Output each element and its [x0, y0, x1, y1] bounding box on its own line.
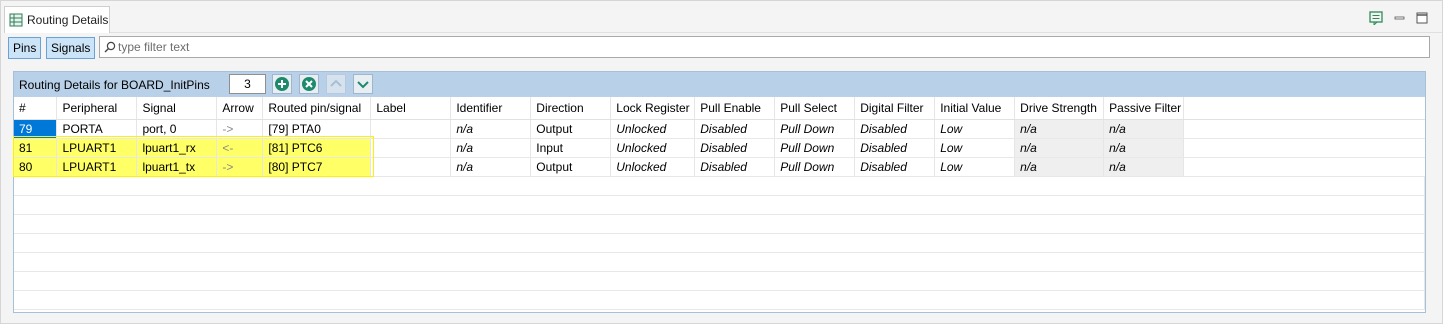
tab-title: Routing Details [27, 13, 109, 27]
move-up-icon[interactable] [326, 74, 346, 94]
cell-initial-value[interactable]: Low [934, 119, 1016, 139]
maximize-icon[interactable] [1415, 11, 1429, 25]
column-header[interactable]: Digital Filter [854, 97, 936, 120]
cell-identifier[interactable]: n/a [450, 157, 532, 177]
cell-peripheral[interactable]: LPUART1 [56, 157, 138, 177]
cell-initial-value[interactable]: Low [934, 157, 1016, 177]
cell-label[interactable] [370, 119, 452, 139]
column-header[interactable]: Direction [530, 97, 612, 120]
minimize-icon[interactable] [1393, 11, 1407, 25]
table-row[interactable]: 80 LPUART1 lpuart1_tx -> [80] PTC7 n/a O… [14, 157, 1425, 177]
cell-passive-filter: n/a [1103, 157, 1185, 177]
filter-field[interactable] [99, 36, 1430, 58]
cell-arrow[interactable]: -> [216, 157, 264, 177]
column-header[interactable]: Signal [136, 97, 218, 120]
column-header[interactable]: # [14, 97, 58, 120]
move-down-icon[interactable] [353, 74, 373, 94]
column-header[interactable]: Pull Enable [694, 97, 776, 120]
column-header[interactable]: Passive Filter [1103, 97, 1185, 120]
cell-number[interactable]: 80 [14, 157, 58, 177]
cell-number[interactable]: 79 [14, 119, 58, 139]
column-header[interactable]: Label [370, 97, 452, 120]
empty-row [14, 195, 1425, 215]
filter-input[interactable] [118, 37, 1418, 57]
table-row[interactable]: 79 PORTA port, 0 -> [79] PTA0 n/a Output… [14, 119, 1425, 139]
cell-signal[interactable]: lpuart1_tx [136, 157, 218, 177]
empty-row [14, 214, 1425, 234]
cell-identifier[interactable]: n/a [450, 138, 532, 158]
row-count-field[interactable]: 3 [229, 74, 266, 94]
column-header[interactable]: Lock Register [610, 97, 696, 120]
column-header[interactable]: Identifier [450, 97, 532, 120]
routing-table: # Peripheral Signal Arrow Routed pin/sig… [14, 97, 1425, 310]
view-menu-icon[interactable] [1369, 11, 1383, 25]
empty-row [14, 176, 1425, 196]
cell-pull-select[interactable]: Pull Down [774, 157, 856, 177]
cell-drive-strength: n/a [1014, 138, 1105, 158]
cell-pull-select[interactable]: Pull Down [774, 138, 856, 158]
cell-passive-filter: n/a [1103, 119, 1185, 139]
cell-drive-strength: n/a [1014, 157, 1105, 177]
cell-peripheral[interactable]: PORTA [56, 119, 138, 139]
panel-header: Routing Details for BOARD_InitPins 3 [14, 72, 1425, 97]
empty-row [14, 252, 1425, 272]
cell-pull-enable[interactable]: Disabled [694, 138, 776, 158]
cell-digital-filter[interactable]: Disabled [854, 157, 936, 177]
cell-routed-pin[interactable]: [81] PTC6 [262, 138, 372, 158]
cell-label[interactable] [370, 138, 452, 158]
cell-lock-register[interactable]: Unlocked [610, 138, 696, 158]
column-header[interactable]: Routed pin/signal [262, 97, 372, 120]
view-titlebar: Routing Details [1, 1, 1442, 33]
pins-toggle-button[interactable]: Pins [8, 37, 42, 59]
cell-digital-filter[interactable]: Disabled [854, 119, 936, 139]
cell-direction[interactable]: Output [530, 157, 612, 177]
cell-pull-enable[interactable]: Disabled [694, 157, 776, 177]
add-row-icon[interactable] [272, 74, 292, 94]
cell-label[interactable] [370, 157, 452, 177]
search-icon [104, 41, 116, 53]
routing-table-icon [9, 13, 23, 27]
table-row[interactable]: 81 LPUART1 lpuart1_rx <- [81] PTC6 n/a I… [14, 138, 1425, 158]
cell-arrow[interactable]: -> [216, 119, 264, 139]
view-toolbar: Pins Signals [1, 33, 1442, 63]
panel-title: Routing Details for BOARD_InitPins [19, 78, 210, 92]
remove-row-icon[interactable] [299, 74, 319, 94]
cell-number[interactable]: 81 [14, 138, 58, 158]
cell-direction[interactable]: Input [530, 138, 612, 158]
cell-direction[interactable]: Output [530, 119, 612, 139]
column-header[interactable]: Arrow [216, 97, 264, 120]
cell-signal[interactable]: lpuart1_rx [136, 138, 218, 158]
table-header-row: # Peripheral Signal Arrow Routed pin/sig… [14, 97, 1425, 120]
cell-pull-select[interactable]: Pull Down [774, 119, 856, 139]
cell-digital-filter[interactable]: Disabled [854, 138, 936, 158]
signals-toggle-button[interactable]: Signals [46, 37, 96, 59]
column-header[interactable]: Drive Strength [1014, 97, 1105, 120]
routing-details-view: Routing Details Pins Signals type filter… [0, 0, 1443, 324]
routing-details-panel: Routing Details for BOARD_InitPins 3 # P… [13, 71, 1426, 313]
cell-arrow[interactable]: <- [216, 138, 264, 158]
tab-routing-details[interactable]: Routing Details [4, 6, 110, 33]
column-header[interactable]: Initial Value [934, 97, 1016, 120]
cell-signal[interactable]: port, 0 [136, 119, 218, 139]
column-header[interactable]: Peripheral [56, 97, 138, 120]
cell-lock-register[interactable]: Unlocked [610, 157, 696, 177]
cell-routed-pin[interactable]: [80] PTC7 [262, 157, 372, 177]
empty-row [14, 271, 1425, 291]
empty-row [14, 233, 1425, 253]
cell-peripheral[interactable]: LPUART1 [56, 138, 138, 158]
cell-identifier[interactable]: n/a [450, 119, 532, 139]
cell-routed-pin[interactable]: [79] PTA0 [262, 119, 372, 139]
cell-lock-register[interactable]: Unlocked [610, 119, 696, 139]
cell-drive-strength: n/a [1014, 119, 1105, 139]
cell-passive-filter: n/a [1103, 138, 1185, 158]
empty-row [14, 290, 1425, 310]
cell-initial-value[interactable]: Low [934, 138, 1016, 158]
cell-pull-enable[interactable]: Disabled [694, 119, 776, 139]
column-header[interactable]: Pull Select [774, 97, 856, 120]
